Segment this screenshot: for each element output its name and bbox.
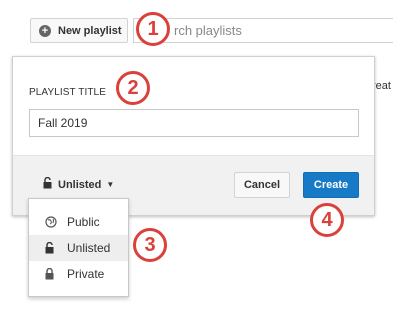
cancel-button[interactable]: Cancel	[234, 172, 290, 198]
plus-icon: +	[39, 24, 51, 37]
annotation-badge-3: 3	[133, 228, 167, 262]
playlist-title-input[interactable]: Fall 2019	[29, 109, 359, 137]
privacy-option-private[interactable]: Private	[29, 261, 128, 287]
lock-icon	[45, 268, 59, 280]
privacy-dropdown-button[interactable]: Unlisted ▼	[43, 176, 115, 192]
playlist-title-label: PLAYLIST TITLE	[29, 87, 106, 98]
annotation-badge-4: 4	[310, 203, 344, 237]
new-playlist-label: New playlist	[58, 24, 122, 37]
search-playlists-input[interactable]: rch playlists	[133, 18, 393, 43]
privacy-option-label: Private	[67, 267, 105, 281]
globe-icon	[45, 216, 59, 228]
annotation-badge-1: 1	[136, 12, 170, 46]
privacy-menu: Public Unlisted Private	[28, 198, 129, 297]
privacy-option-unlisted[interactable]: Unlisted	[29, 235, 128, 261]
new-playlist-button[interactable]: + New playlist	[30, 18, 128, 43]
new-playlist-dialog: PLAYLIST TITLE Fall 2019 Unlisted ▼ Canc…	[12, 56, 375, 216]
annotation-badge-2: 2	[116, 71, 150, 105]
privacy-option-label: Public	[67, 215, 100, 229]
privacy-option-label: Unlisted	[67, 241, 111, 255]
unlock-icon	[43, 176, 52, 192]
caret-down-icon: ▼	[106, 180, 115, 189]
playlist-title-value: Fall 2019	[38, 116, 88, 130]
search-placeholder: rch playlists	[174, 23, 242, 38]
privacy-option-public[interactable]: Public	[29, 209, 128, 235]
unlock-icon	[45, 242, 59, 254]
privacy-selected-label: Unlisted	[58, 178, 102, 191]
create-button[interactable]: Create	[303, 172, 359, 198]
